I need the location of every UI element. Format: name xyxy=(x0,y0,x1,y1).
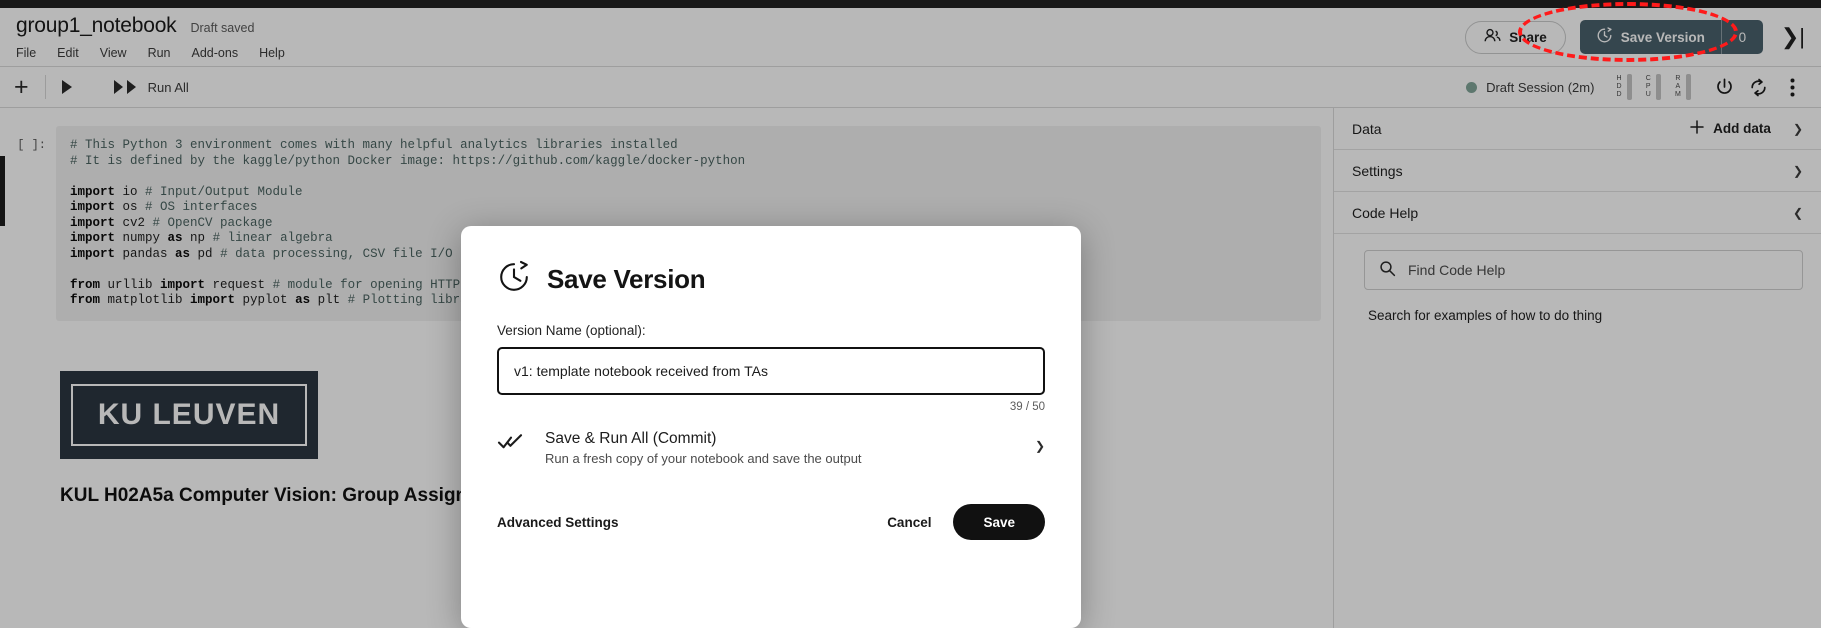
save-mode-title: Save & Run All (Commit) xyxy=(545,430,717,447)
character-counter: 39 / 50 xyxy=(1009,401,1045,413)
dialog-title: Save Version xyxy=(547,264,706,294)
double-check-icon xyxy=(497,430,525,457)
save-version-dialog: Save Version Version Name (optional): 39… xyxy=(461,226,1081,628)
save-button[interactable]: Save xyxy=(953,504,1045,540)
chevron-down-icon-save-mode[interactable]: ❯ xyxy=(1035,439,1045,453)
save-mode-option[interactable]: Save & Run All (Commit) Run a fresh copy… xyxy=(497,430,1045,466)
version-name-label: Version Name (optional): xyxy=(497,323,646,338)
cancel-button[interactable]: Cancel xyxy=(887,515,931,530)
dialog-header: Save Version xyxy=(497,260,1045,299)
save-version-clock-icon xyxy=(497,260,531,299)
save-mode-subtitle: Run a fresh copy of your notebook and sa… xyxy=(545,451,862,466)
version-name-input[interactable] xyxy=(497,347,1045,395)
advanced-settings-button[interactable]: Advanced Settings xyxy=(497,515,619,530)
dialog-footer: Advanced Settings Cancel Save xyxy=(497,504,1045,540)
footer-actions: Cancel Save xyxy=(887,504,1045,540)
kaggle-notebook-window: group1_notebook Draft saved File Edit Vi… xyxy=(0,0,1821,628)
save-mode-text: Save & Run All (Commit) Run a fresh copy… xyxy=(545,430,1015,466)
